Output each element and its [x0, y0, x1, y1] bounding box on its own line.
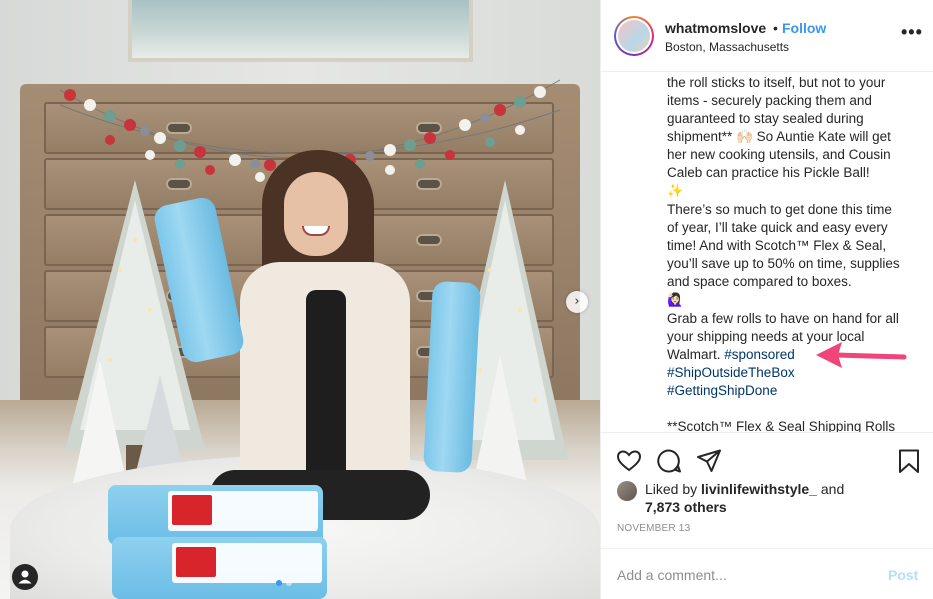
heart-icon[interactable] [615, 447, 643, 475]
hashtag-shipoutsidethebox-link[interactable]: #ShipOutsideTheBox [667, 365, 795, 380]
caption-line: the roll sticks to itself, but not to yo… [667, 75, 886, 90]
post-header: whatmomslove • Follow Boston, Massachuse… [601, 0, 933, 72]
photo-person-shirt [306, 290, 346, 490]
caption-line: Walmart. [667, 347, 725, 362]
caption-scroll-area[interactable]: the roll sticks to itself, but not to yo… [601, 72, 933, 432]
more-options-button[interactable]: ••• [901, 22, 923, 43]
carousel-next-button[interactable]: › [566, 291, 588, 313]
user-icon [18, 570, 32, 584]
photo-product-box [108, 485, 323, 545]
avatar[interactable] [616, 18, 652, 54]
hashtag-gettingshipdone-link[interactable]: #GettingShipDone [667, 383, 777, 398]
likes-count-link[interactable]: 7,873 others [645, 499, 727, 515]
caption-line: Caleb can practice his Pickle Ball! [667, 165, 870, 180]
hashtag-sponsored-link[interactable]: #sponsored [724, 347, 795, 362]
caption-line: you’ll save up to 50% on time, supplies [667, 256, 900, 271]
caption-line: and space compared to boxes. [667, 274, 852, 289]
comment-bar: Post [601, 548, 933, 599]
caption-line: of year, I’ll take quick and easy every [667, 220, 888, 235]
photo-roll-right [423, 280, 481, 474]
photo-person-face [284, 172, 348, 256]
carousel-dot [286, 580, 292, 586]
caption-line: **Scotch™ Flex & Seal Shipping Rolls [667, 419, 896, 432]
action-bar [601, 432, 933, 486]
photo-product-box [112, 537, 327, 599]
annotation-arrow-icon [816, 342, 907, 368]
liker-username-link[interactable]: livinlifewithstyle_ [701, 481, 817, 497]
location-link[interactable]: Boston, Massachusetts [665, 40, 789, 54]
post-photo[interactable]: › [0, 0, 600, 599]
carousel-dots [276, 580, 292, 586]
tagged-users-button[interactable] [12, 564, 38, 590]
caption-line: shipment** 🙌🏻 So Auntie Kate will get [667, 129, 891, 144]
post-side-panel: whatmomslove • Follow Boston, Massachuse… [600, 0, 933, 599]
share-icon[interactable] [695, 447, 723, 475]
caption-line: Grab a few rolls to have on hand for all [667, 311, 899, 326]
liked-by-conj: and [816, 481, 845, 497]
liker-avatar[interactable] [617, 481, 637, 501]
caption-line: There’s so much to get done this time [667, 202, 892, 217]
carousel-dot-active [276, 580, 282, 586]
story-ring[interactable] [614, 16, 654, 56]
comment-input[interactable] [617, 565, 867, 585]
post-date[interactable]: NOVEMBER 13 [617, 523, 690, 534]
caption-text: the roll sticks to itself, but not to yo… [667, 74, 927, 432]
bookmark-icon[interactable] [895, 447, 923, 475]
header-separator: • [773, 20, 778, 36]
sparkles-emoji: ✨ [667, 184, 684, 199]
post-comment-button[interactable]: Post [888, 567, 918, 583]
woman-raising-hand-emoji: 🙋🏻‍♀️ [667, 293, 684, 308]
comment-icon[interactable] [655, 447, 683, 475]
follow-button[interactable]: Follow [782, 20, 826, 36]
caption-line: time! And with Scotch™ Flex & Seal, [667, 238, 887, 253]
caption-line: her new cooking utensils, and Cousin [667, 147, 891, 162]
username-link[interactable]: whatmomslove [665, 20, 766, 36]
caption-line: items - securely packing them and [667, 93, 872, 108]
caption-line: guaranteed to stay sealed during [667, 111, 864, 126]
liked-by-prefix: Liked by [645, 481, 702, 497]
liked-by-line: Liked by livinlifewithstyle_ and [645, 481, 844, 497]
